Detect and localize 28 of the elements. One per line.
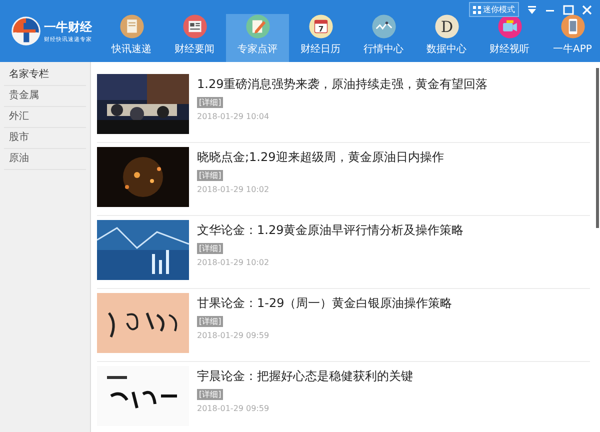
close-icon[interactable] — [582, 4, 592, 14]
sidebar-item[interactable]: 股市 — [4, 128, 86, 149]
nav-tab[interactable]: 财经要闻 — [163, 14, 226, 62]
sidebar-item[interactable]: 名家专栏 — [4, 65, 86, 86]
article-title[interactable]: 甘果论金：1-29（周一）黄金白银原油操作策略 — [197, 295, 452, 312]
mini-mode-button[interactable]: 迷你模式 — [469, 2, 519, 17]
article-date: 2018-01-29 10:04 — [197, 112, 270, 121]
nav-tab[interactable]: 行情中心 — [352, 14, 415, 62]
nav-tab[interactable]: D 数据中心 — [415, 14, 478, 62]
grid-icon — [473, 6, 481, 14]
maximize-icon[interactable] — [563, 4, 574, 14]
article-date: 2018-01-29 10:02 — [197, 185, 270, 194]
article-date: 2018-01-29 09:59 — [197, 331, 270, 340]
sidebar-item[interactable]: 贵金属 — [4, 86, 86, 107]
nav-tab[interactable]: 快讯速递 — [100, 14, 163, 62]
sidebar-item[interactable]: 外汇 — [4, 107, 86, 128]
article-title[interactable]: 1.29重磅消息强势来袭，原油持续走强，黄金有望回落 — [197, 76, 488, 93]
dropdown-icon[interactable] — [527, 4, 537, 14]
article-title[interactable]: 文华论金：1.29黄金原油早评行情分析及操作策略 — [197, 222, 464, 239]
nav-tab[interactable]: 一牛APP — [541, 14, 600, 62]
article-title[interactable]: 晓晓点金;1.29迎来超级周，黄金原油日内操作 — [197, 149, 444, 166]
scrollbar[interactable] — [596, 68, 599, 228]
logo-name: 一牛财经 — [44, 19, 92, 36]
article-date: 2018-01-29 10:02 — [197, 258, 270, 267]
article-date: 2018-01-29 09:59 — [197, 404, 270, 413]
article-title[interactable]: 宇晨论金：把握好心态是稳健获利的关键 — [197, 368, 413, 385]
sidebar-item[interactable]: 原油 — [4, 149, 86, 170]
logo-icon — [10, 14, 42, 48]
